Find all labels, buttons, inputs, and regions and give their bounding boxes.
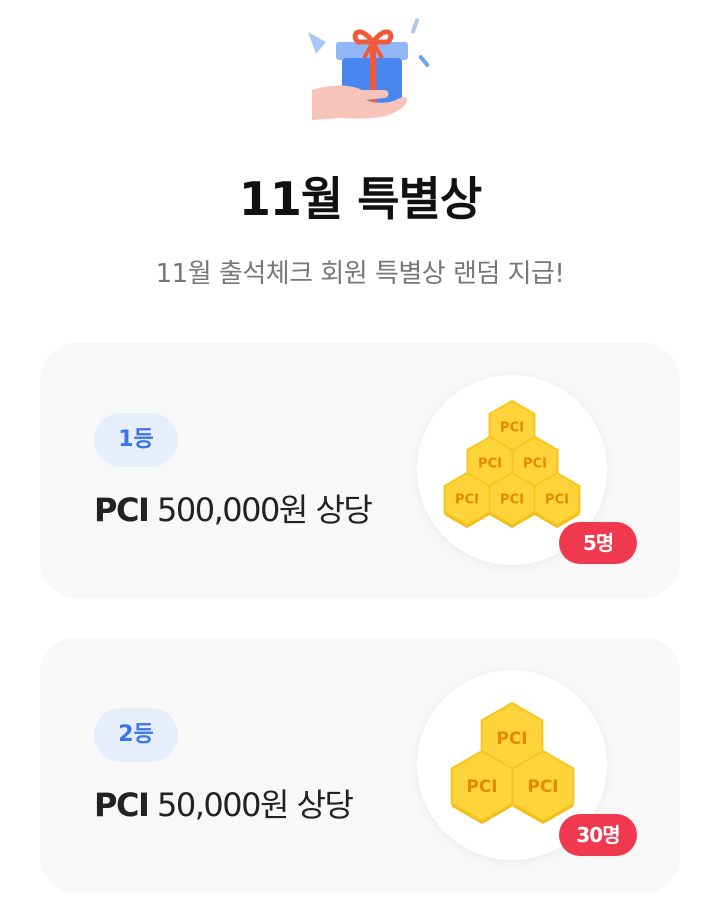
prize-brand: PCI bbox=[94, 786, 150, 824]
pci-coin-icon: PCI bbox=[533, 471, 581, 528]
coin-label: PCI bbox=[466, 777, 497, 797]
coin-label: PCI bbox=[455, 493, 479, 508]
coin-label: PCI bbox=[500, 421, 524, 436]
prize-card-2nd: 2등 PCI 50,000원 상당 PCI PCI PCI 30명 bbox=[40, 638, 680, 893]
prize-description: PCI 50,000원 상당 bbox=[94, 780, 354, 826]
prize-brand: PCI bbox=[94, 491, 150, 529]
pci-coin-icon: PCI bbox=[488, 471, 536, 528]
page-subtitle: 11월 출석체크 회원 특별상 랜덤 지급! bbox=[155, 259, 565, 289]
coin-label: PCI bbox=[545, 493, 569, 508]
pci-coin-icon: PCI bbox=[443, 471, 491, 528]
page-title: 11월 특별상 bbox=[238, 172, 482, 226]
coin-label: PCI bbox=[496, 729, 527, 749]
winner-count-badge: 30명 bbox=[559, 814, 637, 856]
coin-label: PCI bbox=[478, 457, 502, 472]
rank-badge: 2등 bbox=[94, 708, 178, 762]
prize-amount: 50,000원 상당 bbox=[157, 786, 354, 824]
coin-label: PCI bbox=[527, 777, 558, 797]
prize-card-1st: 1등 PCI 500,000원 상당 PCI PCI PCI PCI PCI PCI 5명 bbox=[40, 343, 680, 598]
winner-count-badge: 5명 bbox=[559, 522, 637, 564]
prize-amount: 500,000원 상당 bbox=[157, 491, 373, 529]
prize-description: PCI 500,000원 상당 bbox=[94, 485, 373, 531]
coin-label: PCI bbox=[500, 493, 524, 508]
gift-in-hand-icon bbox=[300, 14, 440, 124]
rank-badge: 1등 bbox=[94, 413, 178, 467]
coin-label: PCI bbox=[523, 457, 547, 472]
